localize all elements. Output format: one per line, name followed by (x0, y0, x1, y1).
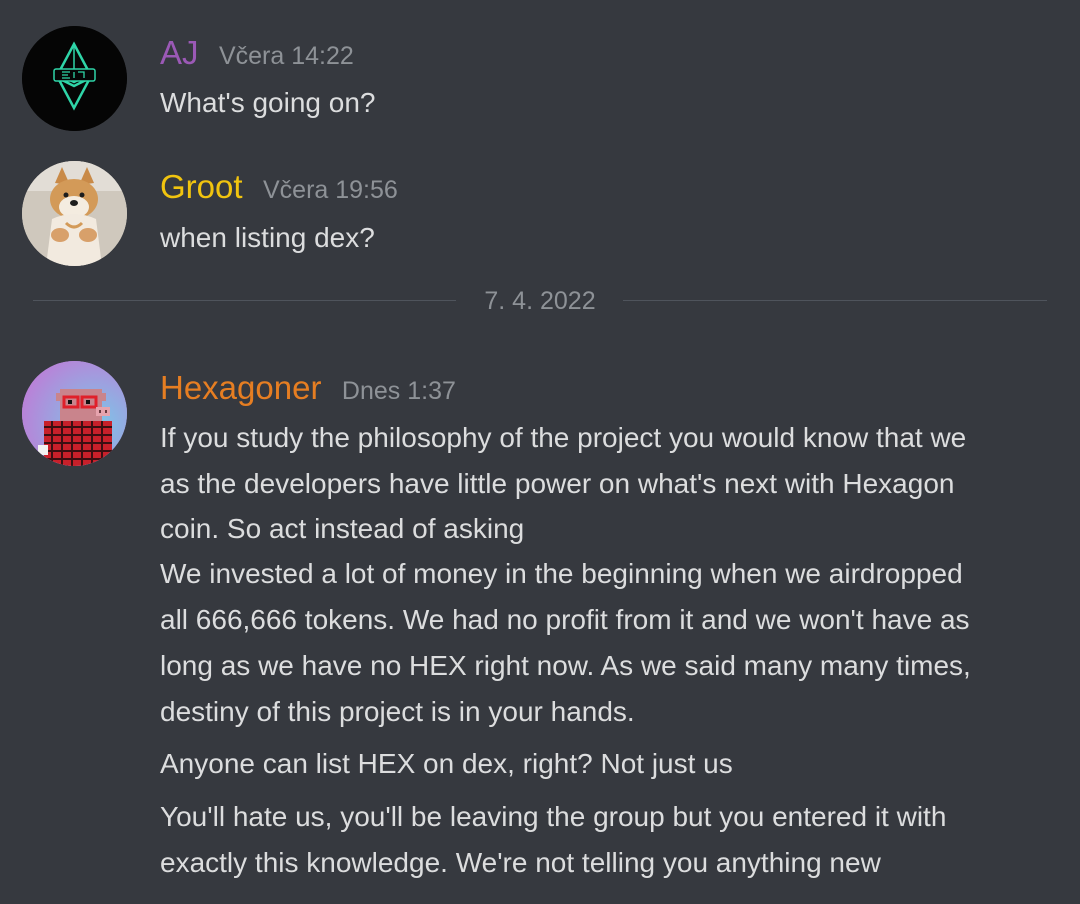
shiba-dog-avatar-icon[interactable] (22, 161, 127, 266)
message-line: long as we have no HEX right now. As we … (160, 650, 971, 681)
message-line: We invested a lot of money in the beginn… (160, 558, 963, 589)
message-header: Groot Včera 19:56 (160, 167, 398, 210)
divider-line-right (623, 300, 1047, 301)
message-line: destiny of this project is in your hands… (160, 696, 635, 727)
message-line: What's going on? (160, 87, 376, 118)
message-line: when listing dex? (160, 222, 375, 253)
timestamp: Dnes 1:37 (341, 377, 456, 405)
message-line: You'll hate us, you'll be leaving the gr… (160, 801, 947, 832)
username[interactable]: Groot (160, 168, 243, 205)
date-divider: 7. 4. 2022 (33, 283, 1047, 319)
divider-date: 7. 4. 2022 (484, 287, 596, 315)
timestamp: Včera 14:22 (218, 42, 354, 70)
message-line: coin. So act instead of asking (160, 513, 525, 544)
message-content: What's going on? (160, 80, 1060, 126)
username[interactable]: AJ (160, 34, 199, 71)
message-header: Hexagoner Dnes 1:37 (160, 368, 456, 411)
divider-line-left (33, 300, 456, 301)
message-header: AJ Včera 14:22 (160, 33, 354, 76)
message-content: If you study the philosophy of the proje… (160, 415, 1060, 886)
message-line: as the developers have little power on w… (160, 468, 955, 499)
message-content: when listing dex? (160, 215, 1060, 261)
username[interactable]: Hexagoner (160, 369, 321, 406)
chat-message-list: AJ Včera 14:22 What's going on? Groot Vč… (0, 0, 1080, 904)
message-line: all 666,666 tokens. We had no profit fro… (160, 604, 970, 635)
message-line: exactly this knowledge. We're not tellin… (160, 847, 881, 878)
timestamp: Včera 19:56 (263, 176, 398, 204)
pixel-pig-avatar-icon[interactable] (22, 361, 127, 466)
message-line: If you study the philosophy of the proje… (160, 422, 967, 453)
ethereum-logo-icon[interactable] (22, 26, 127, 131)
message-line: Anyone can list HEX on dex, right? Not j… (160, 748, 733, 779)
